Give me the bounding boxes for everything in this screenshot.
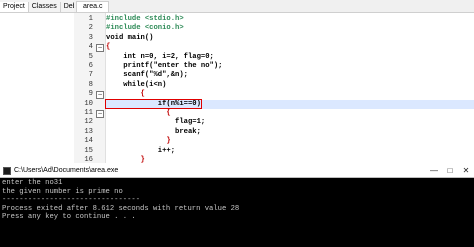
line-number: 12 [84,118,93,127]
line-number: 10 [84,99,93,108]
code-line-text: i++; [106,146,176,155]
code-line-text: flag=1; [106,118,206,127]
code-line-text: break; [106,127,201,136]
console-output: enter the no31 the given number is prime… [2,179,240,221]
close-button[interactable]: ✕ [458,166,474,175]
code-area[interactable]: #include <stdio.h> #include <conio.h> void… [105,13,474,211]
code-editor[interactable]: area.c 1234−56789−1011−12131415161718192… [74,0,474,211]
line-number: 13 [84,127,93,136]
code-line-text: } [106,137,171,146]
line-number: 1 [88,15,93,23]
code-line[interactable]: int n=0, i=2, flag=0; [106,53,474,62]
code-line-text: if(n%i==0) [105,98,202,109]
code-line[interactable]: flag=1; [106,118,474,127]
console-title-bar: C:\Users\Ad\Documents\area.exe — □ ✕ [0,164,474,178]
code-line[interactable]: printf("enter the no"); [106,62,474,71]
line-number: 15 [84,146,93,155]
editor-tab-bar: area.c [74,0,474,13]
fold-toggle-icon[interactable]: − [96,44,104,53]
tab-classes[interactable]: Classes [28,2,61,12]
line-number: 14 [84,137,93,146]
code-line[interactable]: scanf("%d",&n); [106,71,474,80]
line-number: 5 [88,52,93,61]
line-number: 9− [88,90,104,100]
code-line[interactable]: #include <stdio.h> [106,15,474,24]
code-line-text: { [106,109,171,117]
console-window[interactable]: C:\Users\Ad\Documents\area.exe — □ ✕ ent… [0,164,474,247]
code-line-text: printf("enter the no"); [106,62,223,70]
code-line[interactable]: } [106,137,474,146]
maximize-button[interactable]: □ [442,166,458,175]
code-line[interactable]: break; [106,128,474,137]
code-line[interactable]: i++; [106,147,474,156]
fold-toggle-icon[interactable]: − [96,110,104,118]
line-number: 4− [88,43,104,53]
code-line[interactable]: { [106,43,474,52]
tab-project[interactable]: Project [0,2,29,12]
line-number-gutter: 1234−56789−1011−12131415161718192021 [74,13,106,211]
code-line-text: #include <stdio.h> [106,15,184,23]
code-line-text: } [106,156,145,164]
project-panel: Project Classes Debug [0,0,89,163]
console-title: C:\Users\Ad\Documents\area.exe [14,167,119,174]
code-line-text: void main() [106,33,154,42]
console-app-icon [3,166,11,175]
code-line-text: { [106,90,145,99]
line-number: 2 [88,24,93,33]
code-line-text: { [106,43,111,52]
code-line[interactable]: if(n%i==0) [105,98,474,109]
line-number: 6 [88,62,93,70]
code-line[interactable]: { [106,90,474,99]
code-line-text: while(i<n) [106,80,167,89]
code-line-text: #include <conio.h> [106,24,184,33]
line-number: 7 [88,71,93,80]
line-number: 3 [88,33,93,42]
editor-tab-area-c[interactable]: area.c [76,1,110,12]
code-line-text: scanf("%d",&n); [106,71,188,80]
code-line[interactable]: while(i<n) [106,81,474,90]
minimize-button[interactable]: — [426,166,442,175]
line-number: 8 [88,80,93,89]
line-number: 11− [84,109,104,118]
code-line[interactable]: { [106,109,474,118]
fold-toggle-icon[interactable]: − [96,91,104,100]
project-tabs: Project Classes Debug [0,0,89,13]
code-line[interactable]: void main() [106,34,474,43]
code-line[interactable]: #include <conio.h> [106,24,474,33]
code-line-text: int n=0, i=2, flag=0; [106,52,214,61]
